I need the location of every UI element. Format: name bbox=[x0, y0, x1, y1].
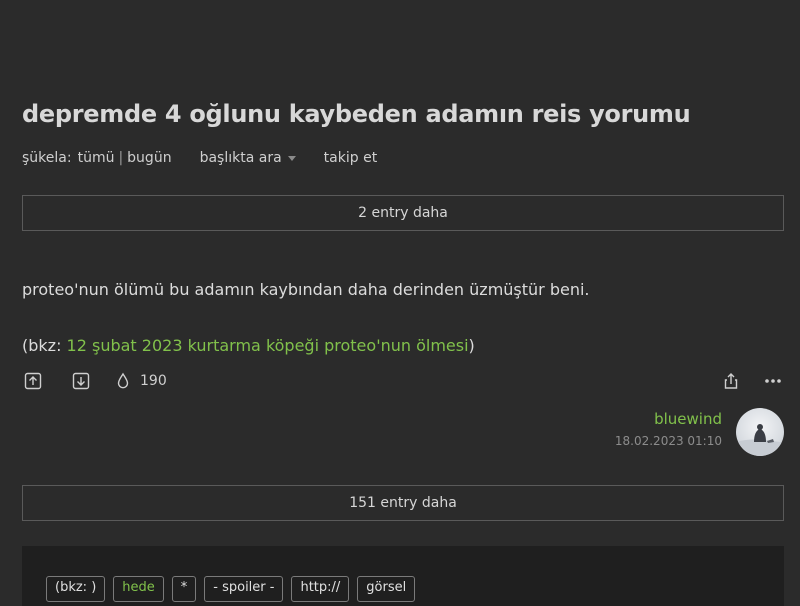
arrow-up-box-icon[interactable] bbox=[22, 370, 44, 392]
entry-date-link[interactable]: 18.02.2023 01:10 bbox=[615, 434, 722, 448]
more-entries-bottom-label: 151 entry daha bbox=[349, 495, 457, 511]
toolbar-bkz-button[interactable]: (bkz: ) bbox=[46, 576, 106, 602]
bkz-link[interactable]: 12 şubat 2023 kurtarma köpeği proteo'nun… bbox=[67, 336, 469, 355]
toolbar-hede-button[interactable]: hede bbox=[113, 576, 164, 602]
search-in-topic-label: başlıkta ara bbox=[199, 150, 282, 166]
toolbar-asterisk-button[interactable]: * bbox=[171, 576, 197, 602]
entry-bkz-line: (bkz: 12 şubat 2023 kurtarma köpeği prot… bbox=[22, 336, 475, 355]
toolbar-link-button[interactable]: http:// bbox=[291, 576, 350, 602]
entry-actions-right bbox=[720, 370, 784, 392]
topic-filters: şükela: tümü | bugün başlıkta ara takip … bbox=[22, 150, 377, 166]
avatar[interactable] bbox=[736, 408, 784, 456]
more-entries-top-button[interactable]: 2 entry daha bbox=[22, 195, 784, 231]
more-entries-top-label: 2 entry daha bbox=[358, 205, 448, 221]
entry-author-block: bluewind 18.02.2023 01:10 bbox=[615, 410, 722, 448]
toolbar-image-button[interactable]: görsel bbox=[357, 576, 416, 602]
more-entries-bottom-button[interactable]: 151 entry daha bbox=[22, 485, 784, 521]
topic-title[interactable]: depremde 4 oğlunu kaybeden adamın reis y… bbox=[22, 100, 691, 128]
entry-editor: (bkz: ) hede * - spoiler - http:// görse… bbox=[22, 546, 784, 606]
favorite-count[interactable]: 190 bbox=[140, 373, 167, 389]
follow-topic-link[interactable]: takip et bbox=[324, 150, 378, 166]
sort-label: şükela: bbox=[22, 150, 72, 166]
entry-actions: 190 bbox=[22, 370, 784, 392]
editor-toolbar: (bkz: ) hede * - spoiler - http:// görse… bbox=[46, 576, 416, 602]
droplet-icon[interactable] bbox=[112, 370, 134, 392]
search-in-topic-dropdown[interactable]: başlıkta ara bbox=[200, 150, 296, 166]
toolbar-spoiler-button[interactable]: - spoiler - bbox=[204, 576, 284, 602]
share-icon[interactable] bbox=[720, 370, 742, 392]
author-name-link[interactable]: bluewind bbox=[615, 410, 722, 428]
ellipsis-icon[interactable] bbox=[762, 370, 784, 392]
filter-separator: | bbox=[118, 150, 124, 166]
bkz-close: ) bbox=[468, 336, 475, 355]
filter-today-link[interactable]: bugün bbox=[127, 150, 171, 166]
filter-all-link[interactable]: tümü bbox=[78, 150, 115, 166]
bkz-open: (bkz: bbox=[22, 336, 67, 355]
entry-content: proteo'nun ölümü bu adamın kaybından dah… bbox=[22, 280, 590, 299]
caret-down-icon bbox=[287, 155, 296, 161]
arrow-down-box-icon[interactable] bbox=[70, 370, 92, 392]
